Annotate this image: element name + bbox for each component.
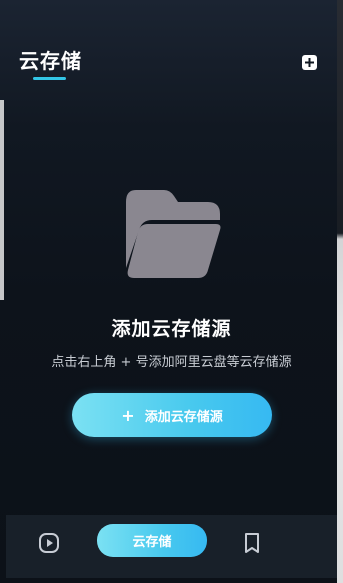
play-square-icon[interactable]	[38, 532, 60, 554]
folder-open-icon	[124, 190, 222, 278]
nav-tab-cloud-storage-label: 云存储	[132, 535, 172, 550]
bottom-navigation: 云存储	[6, 515, 337, 578]
add-cloud-source-label: 添加云存储源	[144, 409, 223, 425]
cloud-storage-screen: 云存储 添加云存储源 点击右上角 + 号添加阿里云盘等云存储源 + 添加云存储源	[0, 0, 343, 583]
page-title: 云存储	[19, 49, 82, 73]
left-edge-artifact	[0, 100, 4, 300]
add-cloud-source-primary-button[interactable]: + 添加云存储源	[72, 393, 272, 437]
empty-state-title: 添加云存储源	[111, 318, 232, 340]
empty-state-subtitle: 点击右上角 + 号添加阿里云盘等云存储源	[51, 355, 292, 370]
bookmark-icon[interactable]	[243, 532, 261, 554]
nav-tab-cloud-storage[interactable]: 云存储	[97, 524, 207, 557]
plus-icon	[305, 58, 314, 67]
plus-icon: +	[121, 405, 135, 425]
header: 云存储	[0, 0, 343, 100]
active-tab-indicator	[33, 77, 66, 80]
add-cloud-source-button[interactable]	[302, 55, 317, 70]
